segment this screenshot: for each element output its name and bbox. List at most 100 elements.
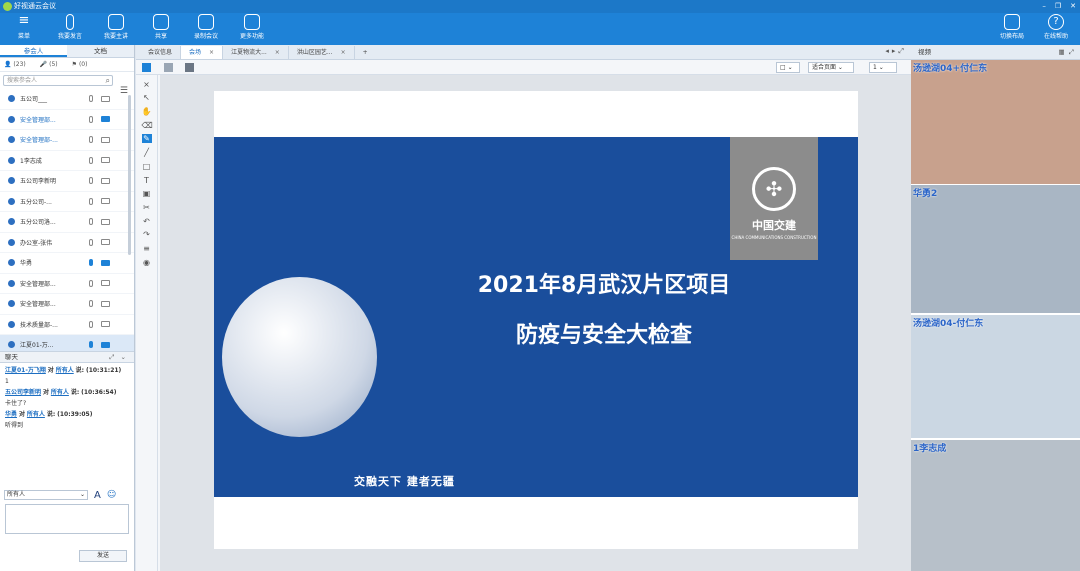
list-item[interactable]: 五分公司-... — [0, 192, 134, 212]
microphone-icon[interactable] — [89, 156, 93, 164]
microphone-icon[interactable] — [89, 218, 93, 226]
camera-icon[interactable] — [101, 157, 110, 164]
camera-icon[interactable] — [101, 239, 110, 246]
tab-nav-icons[interactable]: ◂▸⤢ — [885, 47, 907, 56]
list-item[interactable]: 1李志成 — [0, 151, 134, 171]
save-icon[interactable] — [185, 63, 194, 72]
folder-icon[interactable] — [164, 63, 173, 72]
record-button[interactable]: 录制会议 — [186, 13, 226, 40]
search-icon[interactable]: ⌕ — [106, 76, 110, 85]
emoji-icon[interactable]: ☺ — [107, 490, 116, 500]
video-tile[interactable]: 汤逊湖04-付仁东 — [911, 315, 1080, 438]
list-item[interactable]: 五公司___ — [0, 89, 134, 110]
camera-icon[interactable] — [101, 321, 110, 328]
line-icon[interactable]: ╱ — [142, 148, 152, 157]
participant-scrollbar[interactable] — [128, 95, 131, 255]
chat-sender[interactable]: 五公司李新明 — [5, 389, 41, 396]
microphone-icon[interactable] — [89, 238, 93, 246]
camera-icon[interactable] — [101, 136, 110, 143]
restore-icon[interactable]: ❐ — [1055, 0, 1061, 13]
camera-icon[interactable] — [101, 116, 110, 123]
chat-sender[interactable]: 江夏01-万飞翔 — [5, 367, 46, 374]
hands-count[interactable]: 🎤 (5) — [40, 61, 58, 68]
list-item[interactable]: 技术质量部-... — [0, 315, 134, 335]
microphone-icon[interactable] — [89, 95, 93, 103]
speak-button[interactable]: 我要发言 — [50, 13, 90, 40]
switch-layout-button[interactable]: 切换布局 — [992, 13, 1032, 40]
camera-icon[interactable] — [101, 280, 110, 287]
menu-button[interactable]: ≡ 菜单 — [4, 13, 44, 41]
close-icon[interactable]: × — [142, 80, 152, 89]
list-item[interactable]: 安全管理部... — [0, 110, 134, 130]
camera-icon[interactable] — [101, 218, 110, 225]
hand-icon[interactable]: ✋ — [142, 107, 152, 116]
chevron-down-icon[interactable]: ⌄ — [121, 353, 126, 361]
share-button[interactable]: 共享 — [141, 13, 181, 40]
undo-icon[interactable]: ↶ — [142, 217, 152, 226]
list-item[interactable]: 办公室-张伟 — [0, 233, 134, 253]
grid-icon[interactable]: ▦ — [1059, 48, 1065, 56]
participant-search-input[interactable]: 搜索参会人 ⌕ — [3, 75, 113, 86]
list-item[interactable]: 五分公司洛... — [0, 212, 134, 233]
close-icon[interactable]: ✕ — [1070, 0, 1076, 13]
doc-tab[interactable]: 江夏物流大... × — [223, 46, 289, 59]
microphone-icon[interactable] — [89, 197, 93, 205]
camera-icon[interactable] — [101, 341, 110, 348]
page-view-select[interactable]: □ ⌄ — [776, 62, 800, 73]
tab-documents[interactable]: 文档 — [67, 45, 134, 57]
eraser-icon[interactable]: ⌫ — [142, 121, 153, 130]
microphone-icon[interactable] — [89, 136, 93, 144]
image-icon[interactable]: ▣ — [142, 189, 152, 198]
camera-icon[interactable] — [101, 177, 110, 184]
scissors-icon[interactable]: ✂ — [142, 203, 152, 212]
doc-tab[interactable]: 会议信息 — [140, 46, 182, 59]
doc-tab[interactable]: 会场 × — [181, 46, 224, 59]
tab-participants[interactable]: 参会人 — [0, 45, 67, 57]
lines-icon[interactable]: ≡ — [142, 244, 152, 253]
list-item[interactable]: 安全管理部... — [0, 274, 134, 294]
chat-sender[interactable]: 华勇 — [5, 411, 17, 418]
camera-icon[interactable] — [101, 259, 110, 266]
minimize-icon[interactable]: – — [1042, 0, 1046, 13]
pen-icon[interactable]: ✎ — [141, 134, 152, 144]
close-tab-icon[interactable]: × — [275, 49, 280, 56]
close-tab-icon[interactable]: × — [209, 49, 214, 56]
video-tile[interactable]: 华勇2 — [911, 185, 1080, 313]
list-item[interactable]: 安全管理部-... — [0, 130, 134, 151]
microphone-icon[interactable] — [89, 341, 93, 349]
video-tile[interactable]: 1李志成 — [911, 440, 1080, 571]
list-item[interactable]: 华勇 — [0, 253, 134, 274]
chat-recipient[interactable]: 所有人 — [56, 367, 74, 374]
chat-input[interactable] — [5, 504, 129, 534]
font-icon[interactable]: A — [94, 490, 101, 501]
microphone-icon[interactable] — [89, 115, 93, 123]
pen-tool-icon[interactable] — [142, 63, 151, 72]
add-tab-icon[interactable]: + — [355, 46, 376, 59]
more-functions-button[interactable]: 更多功能 — [232, 13, 272, 40]
list-item[interactable]: 安全管理部... — [0, 294, 134, 315]
microphone-icon[interactable] — [89, 259, 93, 267]
text-icon[interactable]: T — [142, 176, 152, 185]
page-number-select[interactable]: 1 ⌄ — [869, 62, 897, 73]
camera-icon[interactable] — [101, 198, 110, 205]
zoom-select[interactable]: 适合页面 ⌄ — [808, 62, 854, 73]
list-item[interactable]: 五公司李新明 — [0, 171, 134, 192]
fullscreen-icon[interactable]: ⤢ — [1069, 48, 1074, 56]
people-count[interactable]: 👤 (23) — [4, 61, 26, 68]
microphone-icon[interactable] — [89, 177, 93, 185]
recipient-select[interactable]: 所有人 ⌄ — [4, 490, 88, 500]
redo-icon[interactable]: ↷ — [142, 230, 152, 239]
microphone-icon[interactable] — [89, 320, 93, 328]
microphone-icon[interactable] — [89, 300, 93, 308]
rectangle-icon[interactable]: □ — [142, 162, 152, 171]
host-button[interactable]: 我要主讲 — [96, 13, 136, 40]
popout-icon[interactable]: ⤢ — [109, 353, 114, 361]
video-tile[interactable]: 汤逊湖04+付仁东 — [911, 60, 1080, 184]
camera-icon[interactable] — [101, 95, 110, 102]
microphone-icon[interactable] — [89, 279, 93, 287]
palette-icon[interactable]: ◉ — [142, 258, 152, 267]
send-button[interactable]: 发送 — [79, 550, 127, 562]
pointer-icon[interactable]: ↖ — [142, 93, 152, 102]
list-item[interactable]: 江夏01-万... — [0, 335, 134, 351]
flags-count[interactable]: ⚑ (0) — [72, 61, 88, 68]
